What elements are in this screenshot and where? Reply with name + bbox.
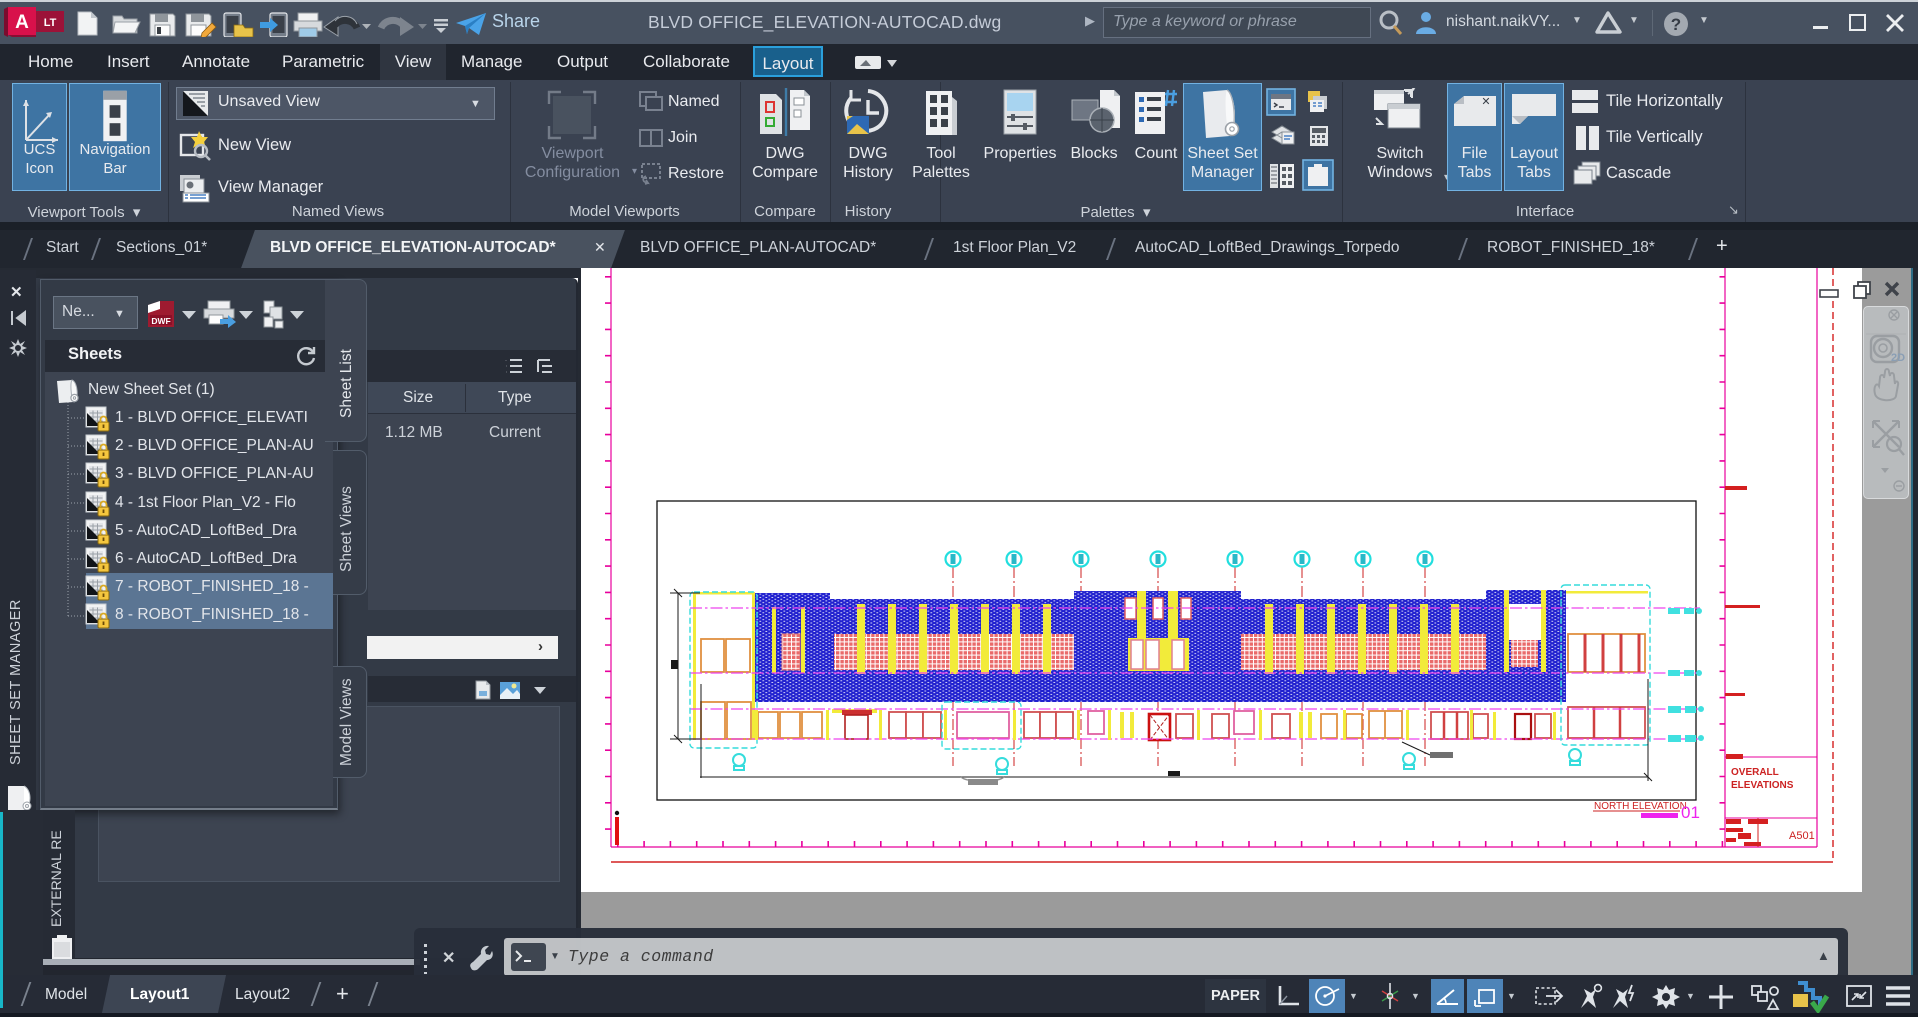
svg-text:A501: A501 [1789,830,1815,842]
svg-text:NORTH ELEVATION: NORTH ELEVATION [1594,801,1687,812]
svg-text:LT: LT [44,17,57,29]
svg-text:2D: 2D [1891,352,1905,364]
svg-text:✕: ✕ [1481,96,1490,108]
svg-text:01: 01 [1681,803,1700,822]
svg-text:?: ? [1671,15,1681,34]
svg-text:A: A [15,12,29,33]
svg-text:OVERALL: OVERALL [1731,767,1779,778]
svg-text:ELEVATIONS: ELEVATIONS [1731,780,1794,791]
svg-text:DWF: DWF [151,316,170,326]
